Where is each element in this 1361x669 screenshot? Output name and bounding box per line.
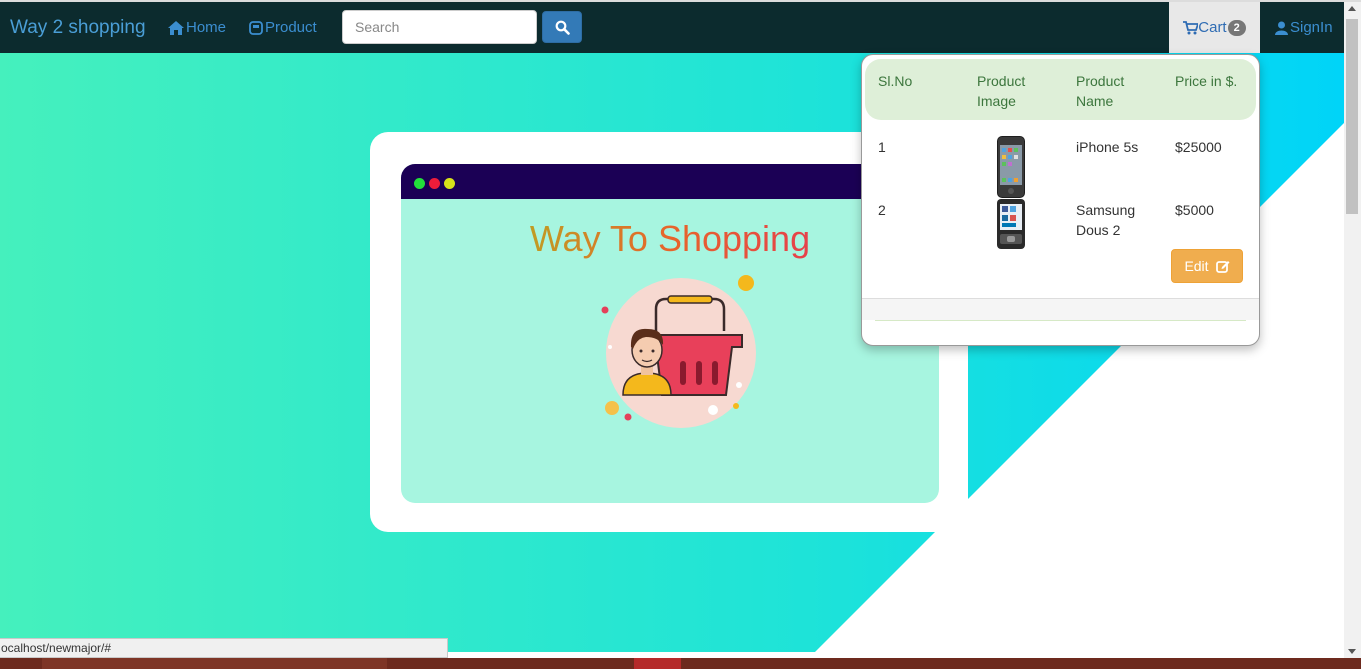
- header-product-name-line1: Product: [1076, 73, 1125, 89]
- os-taskbar: [0, 658, 1361, 669]
- nav-product-label: Product: [265, 19, 317, 36]
- row1-price: $25000: [1175, 139, 1222, 155]
- signin-label: SignIn: [1290, 19, 1333, 36]
- nav-home-label: Home: [186, 19, 227, 36]
- edit-cart-button[interactable]: Edit: [1171, 249, 1243, 283]
- shopping-basket-illustration: [601, 275, 756, 428]
- row2-product-name: Samsung Dous 2: [1076, 200, 1135, 240]
- scroll-down-arrow-icon[interactable]: [1348, 649, 1356, 654]
- row1-slno: 1: [878, 139, 886, 155]
- product-icon: [249, 20, 263, 35]
- header-product-name: Product Name: [1076, 71, 1124, 111]
- search-input[interactable]: [342, 10, 537, 44]
- window-green-dot-icon: [414, 178, 425, 189]
- header-product-image-line1: Product: [977, 73, 1026, 89]
- status-bar-url: ocalhost/newmajor/#: [0, 638, 448, 658]
- header-price: Price in $.: [1175, 73, 1238, 89]
- nav-product-link[interactable]: Product: [249, 19, 317, 36]
- row2-product-name-line1: Samsung: [1076, 202, 1136, 218]
- home-icon: [168, 20, 184, 35]
- header-slno: Sl.No: [878, 73, 913, 89]
- taskbar-item[interactable]: [42, 658, 387, 669]
- hero-browser-window: Way To Shopping: [401, 164, 939, 503]
- cart-label: Cart: [1198, 19, 1227, 36]
- hero-title: Way To Shopping: [401, 218, 939, 260]
- cart-icon: [1183, 20, 1199, 34]
- cart-dropdown-footer: [862, 298, 1259, 320]
- header-product-image: Product Image: [977, 71, 1025, 111]
- brand-link[interactable]: Way 2 shopping: [10, 17, 146, 39]
- search-icon: [555, 20, 570, 35]
- scroll-up-arrow-icon[interactable]: [1348, 6, 1356, 11]
- row2-price: $5000: [1175, 202, 1214, 218]
- row2-product-name-line2: Dous 2: [1076, 222, 1121, 238]
- header-product-image-line2: Image: [977, 93, 1016, 109]
- nav-home-link[interactable]: Home: [168, 19, 226, 36]
- header-product-name-line2: Name: [1076, 93, 1114, 109]
- iphone-image: [997, 136, 1025, 198]
- signin-link[interactable]: SignIn: [1275, 19, 1333, 36]
- taskbar-active-item[interactable]: [634, 658, 681, 669]
- window-yellow-dot-icon: [444, 178, 455, 189]
- row2-slno: 2: [878, 202, 886, 218]
- search-button[interactable]: [542, 11, 582, 43]
- cart-dropdown-divider: [875, 320, 1246, 321]
- scroll-thumb[interactable]: [1346, 19, 1358, 214]
- row1-product-name: iPhone 5s: [1076, 139, 1139, 155]
- cart-toggle[interactable]: Cart 2: [1169, 2, 1260, 53]
- cart-dropdown: Sl.No Product Image Product Name Price i…: [861, 54, 1260, 346]
- window-red-dot-icon: [429, 178, 440, 189]
- navbar: Way 2 shopping Home Product Cart 2: [0, 2, 1344, 53]
- edit-icon: [1215, 261, 1230, 273]
- page-scrollbar[interactable]: [1344, 2, 1361, 658]
- window-titlebar: [401, 164, 939, 199]
- user-icon: [1275, 21, 1288, 35]
- cart-count-badge: 2: [1227, 19, 1246, 36]
- samsung-phone-image: [997, 199, 1025, 249]
- edit-button-label: Edit: [1184, 258, 1209, 274]
